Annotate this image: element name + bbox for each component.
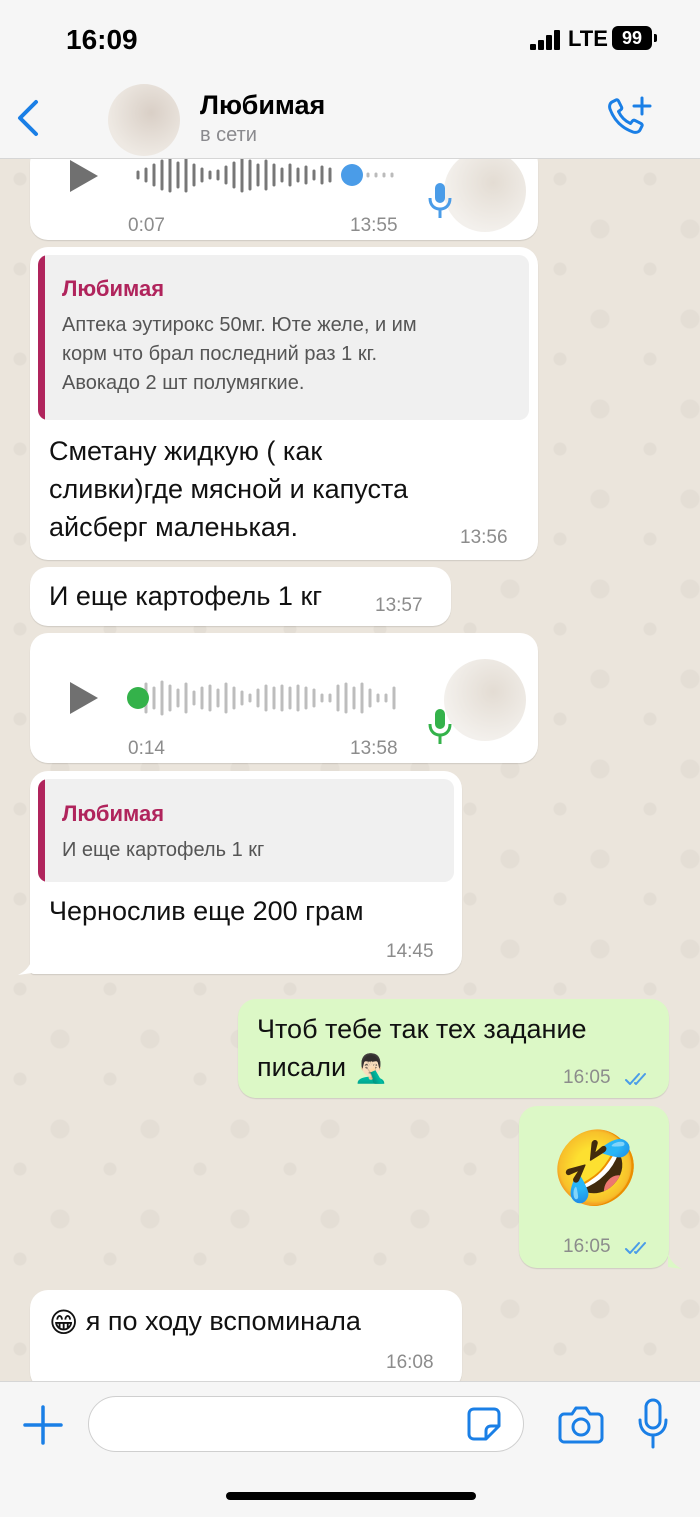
quote-author: Любимая bbox=[62, 801, 165, 826]
message-time: 16:05 bbox=[563, 1067, 611, 1088]
microphone-icon bbox=[428, 709, 452, 744]
facepalm-emoji: 🤦🏻‍♂️ bbox=[353, 1052, 389, 1084]
message-time: 16:08 bbox=[386, 1352, 434, 1373]
quoted-message[interactable]: Любимая И еще картофель 1 кг bbox=[38, 779, 454, 882]
bubble-tail bbox=[668, 1253, 682, 1269]
message-input[interactable] bbox=[88, 1396, 524, 1452]
quote-text-line: корм что брал последний раз 1 кг. bbox=[62, 343, 377, 365]
message-time: 13:57 bbox=[375, 595, 423, 616]
outgoing-message[interactable]: Чтоб тебе так тех задание писали 🤦🏻‍♂️ 1… bbox=[238, 999, 669, 1098]
message-time: 14:45 bbox=[386, 941, 434, 962]
plus-icon[interactable] bbox=[22, 1404, 64, 1446]
play-icon[interactable] bbox=[68, 159, 100, 193]
bubble-tail bbox=[18, 959, 32, 975]
chevron-left-icon[interactable] bbox=[14, 96, 44, 140]
laughing-emoji: 🤣 bbox=[551, 1129, 641, 1209]
camera-icon[interactable] bbox=[558, 1404, 604, 1444]
quoted-message[interactable]: Любимая Аптека эутирокс 50мг. Юте желе, … bbox=[38, 255, 529, 420]
battery-icon: 99 bbox=[612, 26, 652, 50]
microphone-icon bbox=[428, 183, 452, 218]
voice-duration: 0:14 bbox=[128, 738, 165, 759]
status-time: 16:09 bbox=[66, 24, 138, 55]
quote-text: И еще картофель 1 кг bbox=[62, 839, 265, 861]
home-indicator bbox=[226, 1492, 476, 1500]
message-text-line: писали 🤦🏻‍♂️ bbox=[257, 1048, 388, 1088]
chat-header: Любимая в сети bbox=[0, 80, 700, 159]
voice-waveform[interactable] bbox=[126, 678, 406, 718]
add-call-icon[interactable] bbox=[604, 94, 654, 140]
double-check-icon bbox=[625, 1242, 646, 1254]
status-bar: 16:09 LTE 99 bbox=[0, 0, 700, 80]
quote-text-line: Авокадо 2 шт полумягкие. bbox=[62, 372, 305, 394]
message-text-line: Сметану жидкую ( как bbox=[49, 436, 323, 466]
message-text-line: Чтоб тебе так тех задание bbox=[257, 1014, 587, 1044]
quote-text-line: Аптека эутирокс 50мг. Юте желе, и им bbox=[62, 314, 417, 336]
voice-duration: 0:07 bbox=[128, 215, 165, 236]
voice-avatar bbox=[444, 659, 526, 741]
message-text-line: айсберг маленькая. bbox=[49, 512, 299, 542]
message-time: 13:56 bbox=[460, 527, 508, 548]
avatar[interactable] bbox=[108, 84, 180, 156]
message-text-part: я по ходу вспоминала bbox=[85, 1306, 361, 1336]
voice-waveform[interactable] bbox=[134, 159, 404, 195]
quote-bar bbox=[38, 255, 45, 420]
message-text-line: сливки)где мясной и капуста bbox=[49, 474, 409, 504]
reply-message[interactable]: Любимая Аптека эутирокс 50мг. Юте желе, … bbox=[30, 247, 538, 560]
message-text-part: писали bbox=[257, 1052, 347, 1082]
voice-message[interactable]: 0:14 13:58 bbox=[30, 633, 538, 763]
quote-bar bbox=[38, 779, 45, 882]
reply-message[interactable]: Любимая И еще картофель 1 кг Чернослив е… bbox=[30, 771, 462, 974]
battery-tip bbox=[654, 34, 657, 42]
message-text: 😁 я по ходу вспоминала bbox=[49, 1302, 361, 1342]
sticker-icon[interactable] bbox=[466, 1406, 502, 1442]
play-icon[interactable] bbox=[68, 681, 100, 715]
network-label: LTE bbox=[568, 26, 608, 51]
quote-author: Любимая bbox=[62, 276, 165, 301]
text-message[interactable]: 😁 я по ходу вспоминала 16:08 bbox=[30, 1290, 462, 1381]
signal-icon bbox=[530, 30, 564, 50]
voice-avatar bbox=[444, 159, 526, 232]
contact-name[interactable]: Любимая bbox=[200, 90, 325, 121]
grinning-emoji: 😁 bbox=[49, 1306, 79, 1338]
message-text: Чернослив еще 200 грам bbox=[49, 896, 364, 926]
outgoing-emoji-message[interactable]: 🤣 16:05 bbox=[519, 1106, 669, 1268]
message-time: 13:58 bbox=[350, 738, 398, 759]
microphone-icon[interactable] bbox=[636, 1398, 670, 1450]
contact-status: в сети bbox=[200, 124, 257, 146]
double-check-icon bbox=[625, 1073, 646, 1085]
input-bar bbox=[0, 1381, 700, 1517]
text-message[interactable]: И еще картофель 1 кг 13:57 bbox=[30, 567, 451, 626]
message-list[interactable]: 0:07 13:55 Любимая Аптека эутирокс 50мг.… bbox=[0, 159, 700, 1381]
voice-message[interactable]: 0:07 13:55 bbox=[30, 159, 538, 240]
message-time: 13:55 bbox=[350, 215, 398, 236]
message-time: 16:05 bbox=[563, 1236, 611, 1257]
message-text: И еще картофель 1 кг bbox=[49, 581, 323, 611]
